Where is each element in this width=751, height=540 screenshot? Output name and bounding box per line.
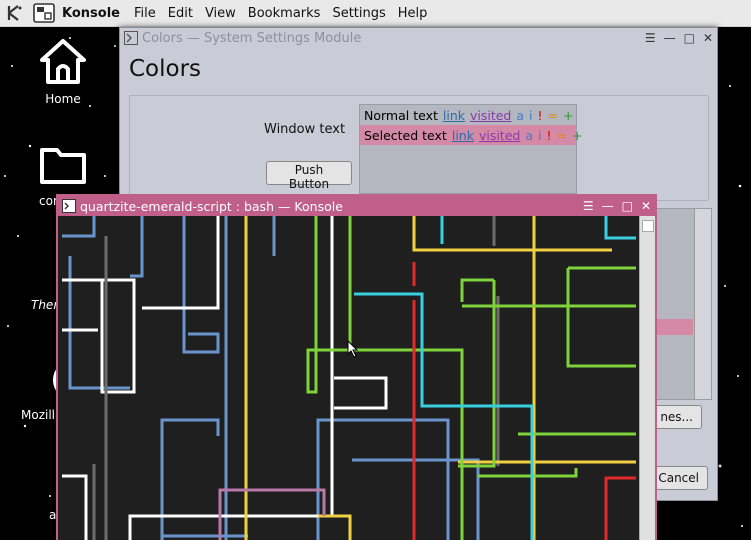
menu-edit[interactable]: Edit: [168, 6, 193, 21]
maximize-icon[interactable]: □: [684, 31, 695, 45]
menu-view[interactable]: View: [205, 6, 236, 21]
scrollbar-thumb[interactable]: [642, 220, 654, 232]
konsole-window-title: quartzite-emerald-script : bash — Konsol…: [80, 198, 343, 214]
scheme-list-scrollbar[interactable]: [694, 209, 711, 399]
normal-negative: !: [537, 107, 543, 123]
menu-help[interactable]: Help: [398, 6, 428, 21]
selected-text: Selected text: [364, 127, 447, 143]
selected-active: a: [525, 127, 534, 143]
mouse-cursor-icon: [347, 340, 359, 358]
selected-visited: visited: [478, 127, 521, 143]
desktop-icon-home[interactable]: Home: [13, 36, 113, 106]
page-title: Colors: [129, 56, 202, 82]
kde-logo-icon[interactable]: [4, 2, 26, 24]
desktop-icon-label: Home: [45, 92, 81, 106]
selected-inactive: i: [538, 127, 542, 143]
normal-neutral: =: [547, 107, 559, 123]
normal-text-row: Normal text link visited a i ! = +: [360, 105, 576, 125]
menu-file[interactable]: File: [134, 6, 156, 21]
normal-text: Normal text: [364, 107, 438, 123]
folder-icon: [40, 148, 86, 184]
normal-active: a: [516, 107, 525, 123]
minimize-icon[interactable]: —: [664, 31, 676, 45]
selected-positive: +: [572, 127, 583, 143]
maximize-icon[interactable]: □: [622, 199, 633, 213]
selected-link: link: [451, 127, 474, 143]
close-icon[interactable]: ✕: [641, 199, 651, 213]
keep-above-icon[interactable]: ☰: [583, 199, 594, 213]
home-icon: [40, 39, 86, 84]
window-text-label: Window text: [264, 122, 346, 137]
push-button-preview[interactable]: Push Button: [266, 161, 352, 191]
settings-window-icon: [124, 31, 138, 45]
menu-bookmarks[interactable]: Bookmarks: [248, 6, 321, 21]
keep-above-icon[interactable]: ☰: [645, 31, 656, 45]
minimize-icon[interactable]: —: [602, 199, 614, 213]
settings-window-title: Colors — System Settings Module: [142, 30, 362, 46]
selected-text-row: Selected text link visited a i ! = +: [360, 125, 582, 145]
app-name: Konsole: [62, 5, 120, 21]
color-preview-group: Window text Push Button Normal text link…: [129, 95, 709, 201]
terminal-icon: [62, 199, 76, 213]
normal-link: link: [442, 107, 465, 123]
normal-inactive: i: [529, 107, 533, 123]
terminal-area[interactable]: [58, 216, 640, 540]
konsole-window: quartzite-emerald-script : bash — Konsol…: [56, 194, 657, 540]
terminal-scrollbar[interactable]: [639, 216, 655, 540]
color-preview-box: Normal text link visited a i ! = + Selec…: [359, 104, 582, 194]
close-icon[interactable]: ✕: [703, 31, 713, 45]
menu-settings[interactable]: Settings: [332, 6, 385, 21]
terminal-pipes-animation: [62, 216, 636, 540]
normal-positive: +: [563, 107, 574, 123]
global-menubar: Konsole File Edit View Bookmarks Setting…: [0, 0, 751, 27]
konsole-app-icon: [32, 2, 56, 24]
normal-visited: visited: [469, 107, 512, 123]
settings-titlebar[interactable]: Colors — System Settings Module ☰ — □ ✕: [120, 28, 717, 48]
selected-negative: !: [546, 127, 552, 143]
selected-neutral: =: [556, 127, 567, 143]
konsole-titlebar[interactable]: quartzite-emerald-script : bash — Konsol…: [58, 196, 655, 216]
